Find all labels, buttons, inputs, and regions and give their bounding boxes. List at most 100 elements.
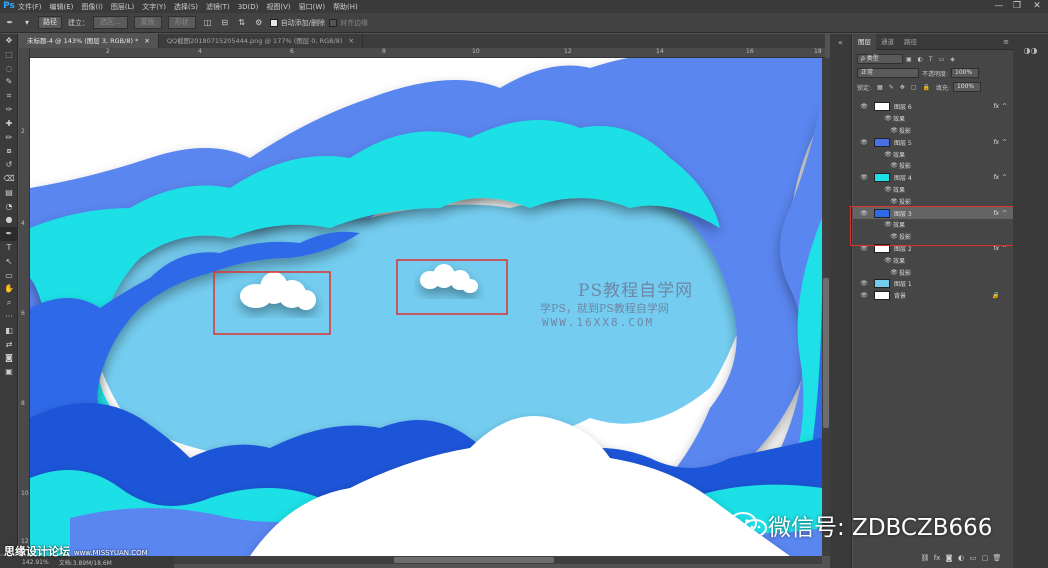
screen-mode-icon[interactable]: ▣ xyxy=(0,365,18,379)
crop-icon[interactable]: ⌗ xyxy=(0,89,18,103)
group-icon[interactable]: ▭ xyxy=(967,554,979,562)
document-canvas[interactable]: PS教程自学网 学PS，就到PS教程自学网 WWW.16XX8.COM xyxy=(30,58,822,556)
visibility-eye-icon[interactable]: 👁 xyxy=(883,115,893,122)
maximize-icon[interactable]: ❐ xyxy=(1008,0,1026,13)
visibility-eye-icon[interactable]: 👁 xyxy=(889,198,899,205)
close-icon[interactable]: ✕ xyxy=(1028,0,1046,13)
fx-icon[interactable]: fx xyxy=(931,554,943,562)
filter-pixel-icon[interactable]: ▣ xyxy=(906,56,912,63)
tab-untitled-4[interactable]: 未标题-4 @ 143% (图层 3, RGB/8) * ✕ xyxy=(19,34,159,48)
brush-icon[interactable]: ✏ xyxy=(0,131,18,145)
path-select-icon[interactable]: ↖ xyxy=(0,255,18,269)
visibility-eye-icon[interactable]: 👁 xyxy=(859,292,869,299)
menu-help[interactable]: 帮助(H) xyxy=(333,2,358,12)
chevron-up-icon[interactable]: ^ xyxy=(1002,174,1007,181)
more-icon[interactable]: ··· xyxy=(0,310,18,324)
filter-type-icon[interactable]: T xyxy=(929,56,933,63)
menu-edit[interactable]: 编辑(E) xyxy=(50,2,74,12)
layer-row[interactable]: 👁 图层 4 fx ^ xyxy=(853,172,1013,184)
swap-icon[interactable]: ⇄ xyxy=(0,338,18,352)
lock-artboard-icon[interactable]: ▢ xyxy=(911,84,917,91)
ruler-horizontal[interactable]: 2 4 6 8 10 12 14 16 18 xyxy=(30,48,825,58)
auto-add-delete-checkbox[interactable] xyxy=(269,18,278,27)
menu-type[interactable]: 文字(Y) xyxy=(142,2,166,12)
menu-file[interactable]: 文件(F) xyxy=(18,2,42,12)
menu-filter[interactable]: 滤镜(T) xyxy=(206,2,230,12)
tab-qq-screenshot[interactable]: QQ截图20180715205444.png @ 177% (图层 0, RGB… xyxy=(159,34,363,48)
collapse-icon[interactable]: « xyxy=(830,38,851,47)
vertical-scrollbar[interactable] xyxy=(822,58,830,556)
filter-shape-icon[interactable]: ▭ xyxy=(939,56,945,63)
stamp-icon[interactable]: ⧇ xyxy=(0,144,18,158)
pen-tool-icon[interactable]: ✒ xyxy=(4,17,16,29)
panel-menu-icon[interactable]: ≡ xyxy=(1003,38,1009,46)
ruler-vertical[interactable]: 2 4 6 8 10 12 xyxy=(19,48,30,556)
quickmask-icon[interactable]: ◙ xyxy=(0,351,18,365)
visibility-eye-icon[interactable]: 👁 xyxy=(859,280,869,287)
path-ops-icon[interactable]: ◫ xyxy=(202,17,214,29)
visibility-eye-icon[interactable]: 👁 xyxy=(883,151,893,158)
effects-row[interactable]: 👁 效果 xyxy=(853,148,1013,160)
move-icon[interactable]: ✥ xyxy=(0,34,18,48)
horizontal-scrollbar[interactable] xyxy=(174,556,822,564)
fx-icon[interactable]: fx xyxy=(993,139,999,146)
minimize-icon[interactable]: — xyxy=(990,0,1008,13)
effects-row[interactable]: 👁 效果 xyxy=(853,113,1013,125)
gear-icon[interactable]: ⚙ xyxy=(253,17,265,29)
blend-mode-select[interactable]: 正常 xyxy=(857,68,919,78)
mask-icon[interactable]: ◙ xyxy=(943,554,955,562)
healing-icon[interactable]: ✚ xyxy=(0,117,18,131)
tab-paths[interactable]: 路径 xyxy=(899,34,922,50)
chevron-up-icon[interactable]: ^ xyxy=(1002,245,1007,252)
fx-icon[interactable]: fx xyxy=(993,245,999,252)
visibility-eye-icon[interactable]: 👁 xyxy=(859,174,869,181)
fill-field[interactable]: 100% xyxy=(952,82,981,92)
menu-view[interactable]: 视图(V) xyxy=(266,2,290,12)
layer-row[interactable]: 👁 图层 6 fx ^ xyxy=(853,101,1013,113)
make-selection-button[interactable]: 选区... xyxy=(93,16,128,29)
eyedropper-icon[interactable]: ✑ xyxy=(0,103,18,117)
lock-pixels-icon[interactable]: ▦ xyxy=(877,84,883,91)
layer-filter-select[interactable]: ρ 类型 xyxy=(857,54,903,64)
history-brush-icon[interactable]: ↺ xyxy=(0,158,18,172)
gradient-icon[interactable]: ▤ xyxy=(0,186,18,200)
lasso-icon[interactable]: ◌ xyxy=(0,62,18,76)
menu-layer[interactable]: 图层(L) xyxy=(111,2,134,12)
menu-window[interactable]: 窗口(W) xyxy=(299,2,325,12)
marquee-icon[interactable]: ⬚ xyxy=(0,48,18,62)
dodge-icon[interactable]: ● xyxy=(0,213,18,227)
rectangle-icon[interactable]: ▭ xyxy=(0,269,18,283)
effects-row[interactable]: 👁 效果 xyxy=(853,254,1013,266)
chevron-up-icon[interactable]: ^ xyxy=(1002,139,1007,146)
layer-row[interactable]: 👁 图层 5 fx ^ xyxy=(853,136,1013,148)
quick-select-icon[interactable]: ✎ xyxy=(0,75,18,89)
adjustment-icon[interactable]: ◐ xyxy=(955,554,967,562)
tab-channels[interactable]: 通道 xyxy=(876,34,899,50)
blur-icon[interactable]: ◔ xyxy=(0,200,18,214)
scroll-thumb[interactable] xyxy=(823,278,829,428)
filter-smart-icon[interactable]: ◈ xyxy=(950,56,955,63)
visibility-eye-icon[interactable]: 👁 xyxy=(859,139,869,146)
color-swatch-icon[interactable]: ◧ xyxy=(0,324,18,338)
menu-image[interactable]: 图像(I) xyxy=(81,2,103,12)
fx-icon[interactable]: fx xyxy=(993,174,999,181)
fx-icon[interactable]: fx xyxy=(993,103,999,110)
zoom-level[interactable]: 142.91% xyxy=(22,559,49,566)
chevron-down-icon[interactable]: ▾ xyxy=(21,17,33,29)
align-edges-checkbox[interactable] xyxy=(329,18,338,27)
visibility-eye-icon[interactable]: 👁 xyxy=(883,186,893,193)
trash-icon[interactable]: 🗑 xyxy=(991,554,1003,562)
chevron-up-icon[interactable]: ^ xyxy=(1002,103,1007,110)
layer-row[interactable]: 👁 背景 🔒 xyxy=(853,290,1013,302)
close-tab-icon[interactable]: ✕ xyxy=(144,37,149,45)
properties-icon[interactable]: ◑◑ xyxy=(1013,46,1048,55)
effect-row[interactable]: 👁 投影 xyxy=(853,266,1013,278)
scroll-thumb[interactable] xyxy=(394,557,554,563)
effects-row[interactable]: 👁 效果 xyxy=(853,184,1013,196)
filter-adjust-icon[interactable]: ◐ xyxy=(918,56,923,63)
hand-icon[interactable]: ✋ xyxy=(0,282,18,296)
lock-move-icon[interactable]: ✥ xyxy=(900,84,905,91)
close-tab-icon[interactable]: ✕ xyxy=(349,37,354,45)
path-arrange-icon[interactable]: ⇅ xyxy=(236,17,248,29)
new-layer-icon[interactable]: ▢ xyxy=(979,554,991,562)
